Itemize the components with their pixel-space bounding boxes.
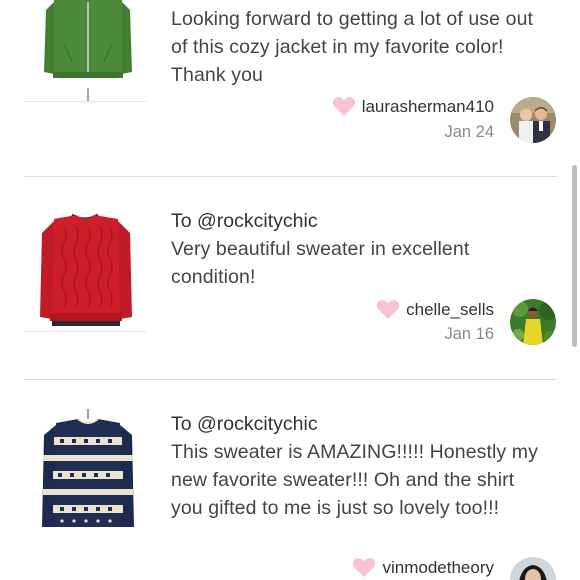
author-username: chelle_sells xyxy=(406,299,494,319)
red-sweater-icon xyxy=(24,209,146,331)
review-body: This sweater is AMAZING!!!!! Honestly my… xyxy=(171,441,538,519)
review-date: Jan 16 xyxy=(444,325,494,343)
review-body: Looking forward to getting a lot of use … xyxy=(171,8,534,86)
author-username: vinmodetheory xyxy=(382,557,494,577)
heart-icon xyxy=(353,558,376,577)
review-date: Jan 24 xyxy=(444,123,494,141)
avatar[interactable] xyxy=(510,97,556,143)
review-item-image[interactable] xyxy=(24,409,146,535)
woman-portrait-avatar-icon xyxy=(510,557,556,580)
review-divider xyxy=(24,176,557,177)
review-recipient[interactable]: To @rockcitychic xyxy=(171,410,551,438)
heart-icon xyxy=(332,97,355,116)
review-author[interactable]: laurasherman410 xyxy=(332,96,494,117)
reviews-feed: Looking forward to getting a lot of use … xyxy=(0,0,580,580)
review-item-image[interactable] xyxy=(24,0,146,102)
green-jacket-icon xyxy=(24,0,146,101)
scrollbar[interactable] xyxy=(572,165,577,347)
review-recipient[interactable]: To @rockcitychic xyxy=(171,207,551,235)
navy-patterned-sweater-icon xyxy=(24,409,146,535)
heart-icon xyxy=(376,300,400,319)
review-body: Very beautiful sweater in excellent cond… xyxy=(171,238,470,288)
avatar[interactable] xyxy=(510,299,556,345)
author-username: laurasherman410 xyxy=(361,96,494,116)
woman-garden-avatar-icon xyxy=(510,299,556,345)
review-author[interactable]: vinmodetheory xyxy=(352,557,494,578)
review-item-image[interactable] xyxy=(24,209,146,332)
avatar[interactable] xyxy=(510,557,556,580)
couple-avatar-icon xyxy=(510,97,556,143)
review-divider xyxy=(24,379,557,380)
review-author[interactable]: chelle_sells xyxy=(376,299,494,320)
